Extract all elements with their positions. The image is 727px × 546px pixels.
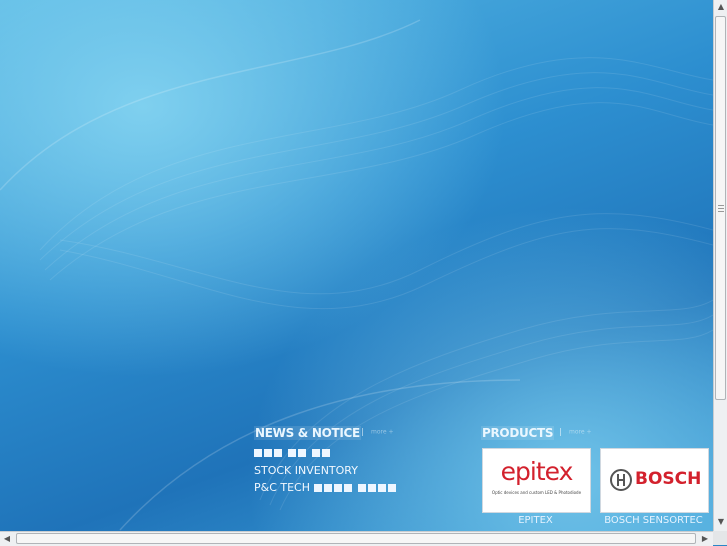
product-epitex-card[interactable]: epitex Optic devices and custom LED & Ph… xyxy=(482,448,591,513)
block-glyph xyxy=(322,449,330,457)
vertical-scroll-thumb[interactable] xyxy=(715,16,726,400)
block-glyph xyxy=(313,484,322,492)
product-bosch-name[interactable]: BOSCH SENSORTEC xyxy=(600,515,707,526)
block-glyph xyxy=(274,449,282,457)
scroll-up-icon[interactable]: ▲ xyxy=(714,0,727,14)
news-item-stock-inventory[interactable]: STOCK INVENTORY xyxy=(254,464,358,477)
block-glyph xyxy=(377,484,386,492)
news-item-pc-tech[interactable]: P&C TECH xyxy=(254,481,398,494)
block-glyph xyxy=(387,484,396,492)
scroll-left-icon[interactable]: ◀ xyxy=(0,532,14,546)
block-glyph xyxy=(312,449,320,457)
products-more-link[interactable]: more + xyxy=(560,428,591,436)
divider xyxy=(560,428,561,436)
block-glyph xyxy=(288,449,296,457)
vertical-scrollbar[interactable]: ▲ ▼ xyxy=(713,0,727,531)
block-glyph xyxy=(323,484,332,492)
block-glyph xyxy=(357,484,366,492)
epitex-tagline: Optic devices and custom LED & Photodiod… xyxy=(491,490,582,495)
scroll-right-icon[interactable]: ▶ xyxy=(698,532,712,546)
bosch-logo: BOSCH xyxy=(635,469,702,489)
block-glyph xyxy=(264,449,272,457)
scrollbar-corner xyxy=(713,531,727,545)
news-notice-title: NEWS & NOTICE xyxy=(254,426,361,440)
block-glyph xyxy=(254,449,262,457)
horizontal-scroll-thumb[interactable] xyxy=(16,533,696,544)
horizontal-scrollbar[interactable]: ◀ ▶ xyxy=(0,531,713,546)
products-title: PRODUCTS xyxy=(481,426,555,440)
block-glyph xyxy=(367,484,376,492)
divider xyxy=(362,428,363,436)
scroll-down-icon[interactable]: ▼ xyxy=(714,515,727,529)
product-epitex-name[interactable]: EPITEX xyxy=(482,515,589,526)
bosch-armature-icon xyxy=(610,469,632,491)
news-more-link[interactable]: more + xyxy=(362,428,393,436)
product-bosch-card[interactable]: BOSCH xyxy=(600,448,709,513)
news-item[interactable] xyxy=(254,446,332,459)
block-glyph xyxy=(343,484,352,492)
block-glyph xyxy=(333,484,342,492)
block-glyph xyxy=(298,449,306,457)
epitex-logo: epitex xyxy=(500,457,574,486)
